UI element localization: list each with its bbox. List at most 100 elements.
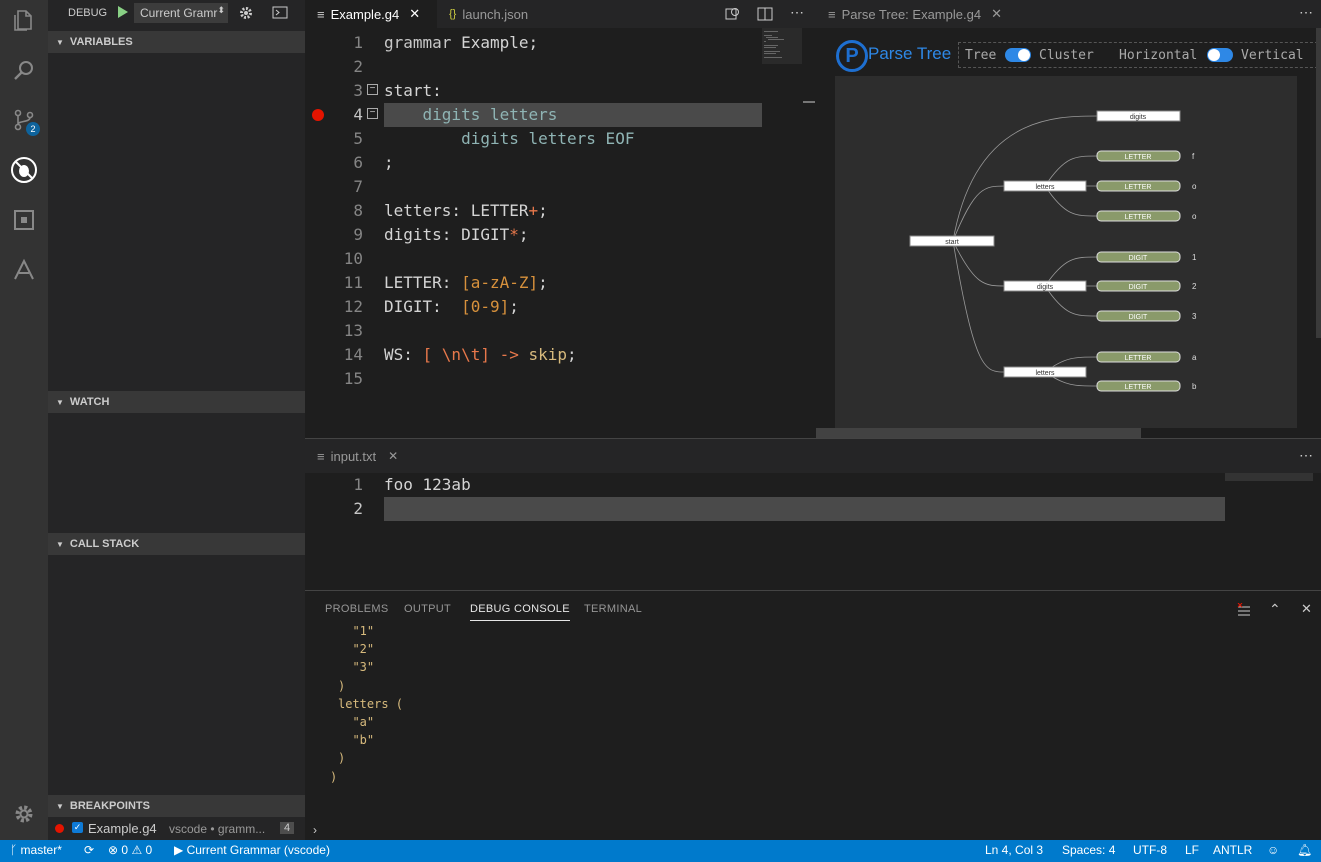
explorer-icon[interactable]: [8, 4, 40, 36]
line-ending[interactable]: LF: [1185, 843, 1199, 857]
search-icon[interactable]: [8, 54, 40, 86]
code-line-6[interactable]: ;: [384, 151, 394, 175]
tab-problems[interactable]: PROBLEMS: [325, 603, 389, 615]
leaf-node[interactable]: DIGIT 2: [1096, 280, 1197, 292]
horizontal-scrollbar[interactable]: [816, 428, 1141, 438]
leaf-node[interactable]: LETTER f: [1096, 150, 1195, 162]
line-number: 1: [353, 33, 363, 52]
code-line-12[interactable]: DIGIT: [0-9];: [384, 295, 519, 319]
git-branch-icon: ᚴ: [10, 843, 18, 857]
close-icon[interactable]: ✕: [388, 449, 398, 463]
encoding[interactable]: UTF-8: [1133, 843, 1167, 857]
tab-debug-console[interactable]: DEBUG CONSOLE: [470, 603, 570, 621]
leaf-node[interactable]: LETTER o: [1096, 210, 1197, 222]
problems-indicator[interactable]: ⊗ 0 ⚠ 0: [108, 843, 152, 857]
code-line-14[interactable]: WS: [ \n\t] -> skip;: [384, 343, 577, 367]
debug-console-icon[interactable]: [272, 6, 288, 23]
sync-icon[interactable]: ⟳: [84, 843, 94, 857]
split-editor-icon[interactable]: [757, 7, 773, 24]
vertical-scrollbar[interactable]: [1316, 28, 1321, 338]
fold-collapse-icon[interactable]: −: [367, 108, 378, 119]
code-line-8[interactable]: letters: LETTER+;: [384, 199, 548, 223]
orientation-toggle[interactable]: [1207, 48, 1233, 62]
parse-tree-canvas[interactable]: start digits letters digits letters LETT…: [835, 76, 1297, 428]
warning-count: 0: [145, 843, 153, 857]
tab-terminal[interactable]: TERMINAL: [584, 603, 642, 615]
toggle-knob: [1018, 49, 1030, 61]
breakpoint-file: Example.g4: [88, 821, 157, 836]
line-number: 10: [343, 249, 363, 268]
leaf-node[interactable]: LETTER b: [1096, 380, 1197, 392]
node-start[interactable]: start: [909, 235, 995, 247]
close-icon[interactable]: ✕: [409, 6, 420, 22]
call-stack-section-header[interactable]: ▼ CALL STACK: [48, 533, 305, 555]
breakpoint-item[interactable]: ✓ Example.g4 vscode • gramm... 4: [48, 818, 305, 840]
tab-example-g4[interactable]: ≡ Example.g4 ✕: [305, 0, 437, 28]
variables-section-header[interactable]: ▼ VARIABLES: [48, 31, 305, 53]
node-digits-2[interactable]: digits: [1003, 280, 1087, 292]
arrow: ->: [489, 345, 519, 364]
more-actions-icon[interactable]: ⋯: [1299, 4, 1313, 21]
close-icon[interactable]: ✕: [991, 6, 1002, 22]
language-mode[interactable]: ANTLR: [1213, 843, 1252, 857]
tab-label: launch.json: [462, 6, 529, 22]
more-actions-icon[interactable]: ⋯: [790, 4, 804, 21]
skip-command: skip: [518, 345, 568, 364]
notifications-bell-icon[interactable]: 🔔︎: [1297, 843, 1312, 857]
parse-tree-svg: start digits letters digits letters LETT…: [909, 110, 1197, 392]
more-actions-icon[interactable]: ⋯: [1299, 447, 1313, 464]
code-line-3[interactable]: start:: [384, 79, 442, 103]
horizontal-label: Horizontal: [1119, 48, 1198, 63]
debug-icon[interactable]: [8, 154, 40, 186]
tab-launch-json[interactable]: {} launch.json: [437, 0, 567, 28]
leaf-node[interactable]: LETTER o: [1096, 180, 1197, 192]
tab-parse-tree[interactable]: ≡ Parse Tree: Example.g4 ✕: [816, 0, 1016, 28]
code-line-1[interactable]: grammar Example;: [384, 31, 538, 55]
antlr-icon[interactable]: [8, 254, 40, 286]
clear-console-icon[interactable]: [1237, 602, 1251, 620]
extensions-icon[interactable]: [8, 204, 40, 236]
rule-digits: digits: DIGIT: [384, 225, 510, 244]
leaf-node[interactable]: DIGIT 3: [1096, 310, 1197, 322]
code-line-9[interactable]: digits: DIGIT*;: [384, 223, 529, 247]
parse-tree-header-text: Parse Tree: [868, 44, 952, 63]
tree-label: Tree: [965, 48, 997, 63]
feedback-smiley-icon[interactable]: ☺: [1267, 843, 1279, 857]
leaf-node[interactable]: LETTER a: [1096, 351, 1197, 363]
code-line-5[interactable]: digits letters EOF: [384, 127, 634, 151]
gear-icon[interactable]: [238, 5, 254, 24]
parse-tree-panel: ≡ Parse Tree: Example.g4 ✕ ⋯ P Parse Tre…: [816, 0, 1321, 438]
node-letters-2[interactable]: letters: [1003, 366, 1087, 378]
minimap[interactable]: [762, 28, 802, 64]
tab-input-txt[interactable]: ≡ input.txt ✕: [305, 439, 421, 473]
node-letters-1[interactable]: letters: [1003, 180, 1087, 192]
leaf-nodes: LETTER f LETTER o LETTER o DIGIT 1 DIGIT 2 DIGIT 3 L…: [1096, 150, 1197, 392]
input-line-1[interactable]: foo 123ab: [384, 473, 471, 497]
cursor-position[interactable]: Ln 4, Col 3: [985, 843, 1043, 857]
indentation[interactable]: Spaces: 4: [1062, 843, 1115, 857]
node-digits-top[interactable]: digits: [1096, 110, 1181, 122]
tab-output[interactable]: OUTPUT: [404, 603, 451, 615]
leaf-node[interactable]: DIGIT 1: [1096, 251, 1197, 263]
code-line-11[interactable]: LETTER: [a-zA-Z];: [384, 271, 548, 295]
watch-section-header[interactable]: ▼ WATCH: [48, 391, 305, 413]
breakpoint-checkbox[interactable]: ✓: [72, 822, 83, 833]
console-prompt-icon[interactable]: ›: [313, 823, 317, 837]
launch-config-select[interactable]: Current Gramr ⬍: [134, 3, 228, 23]
launch-name: Current Grammar (vscode): [186, 843, 330, 857]
branch-indicator[interactable]: ᚴ master*: [10, 843, 62, 857]
code-line-4[interactable]: digits letters: [384, 103, 558, 127]
minimap[interactable]: [1225, 473, 1313, 481]
tree-cluster-toggle[interactable]: [1005, 48, 1031, 62]
settings-gear-icon[interactable]: [8, 798, 40, 830]
start-debug-icon[interactable]: [118, 6, 128, 21]
editor-tab-bar: ≡ Example.g4 ✕ {} launch.json ⋯: [305, 0, 816, 28]
breakpoints-section-header[interactable]: ▼ BREAKPOINTS: [48, 795, 305, 817]
variables-title: VARIABLES: [69, 36, 133, 48]
maximize-panel-icon[interactable]: ⌃: [1269, 601, 1281, 618]
leaf-label: DIGIT: [1129, 314, 1148, 321]
fold-collapse-icon[interactable]: −: [367, 84, 378, 95]
launch-indicator[interactable]: ▶ Current Grammar (vscode): [174, 843, 330, 857]
close-panel-icon[interactable]: ✕: [1301, 601, 1312, 617]
open-preview-icon[interactable]: [725, 6, 741, 25]
